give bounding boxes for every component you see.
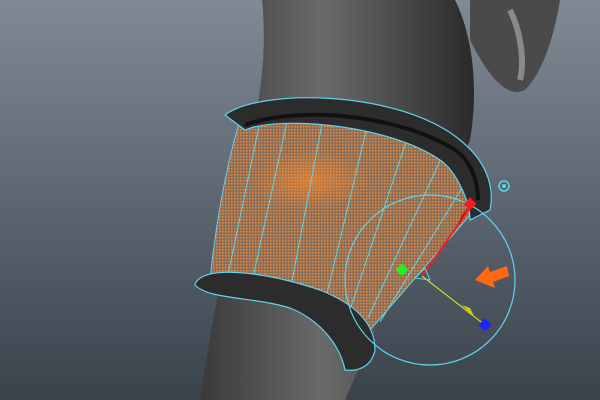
soft-selection-glow xyxy=(250,150,370,210)
pivot-dot xyxy=(502,184,506,188)
viewport-canvas[interactable] xyxy=(0,0,600,400)
3d-viewport[interactable] xyxy=(0,0,600,400)
